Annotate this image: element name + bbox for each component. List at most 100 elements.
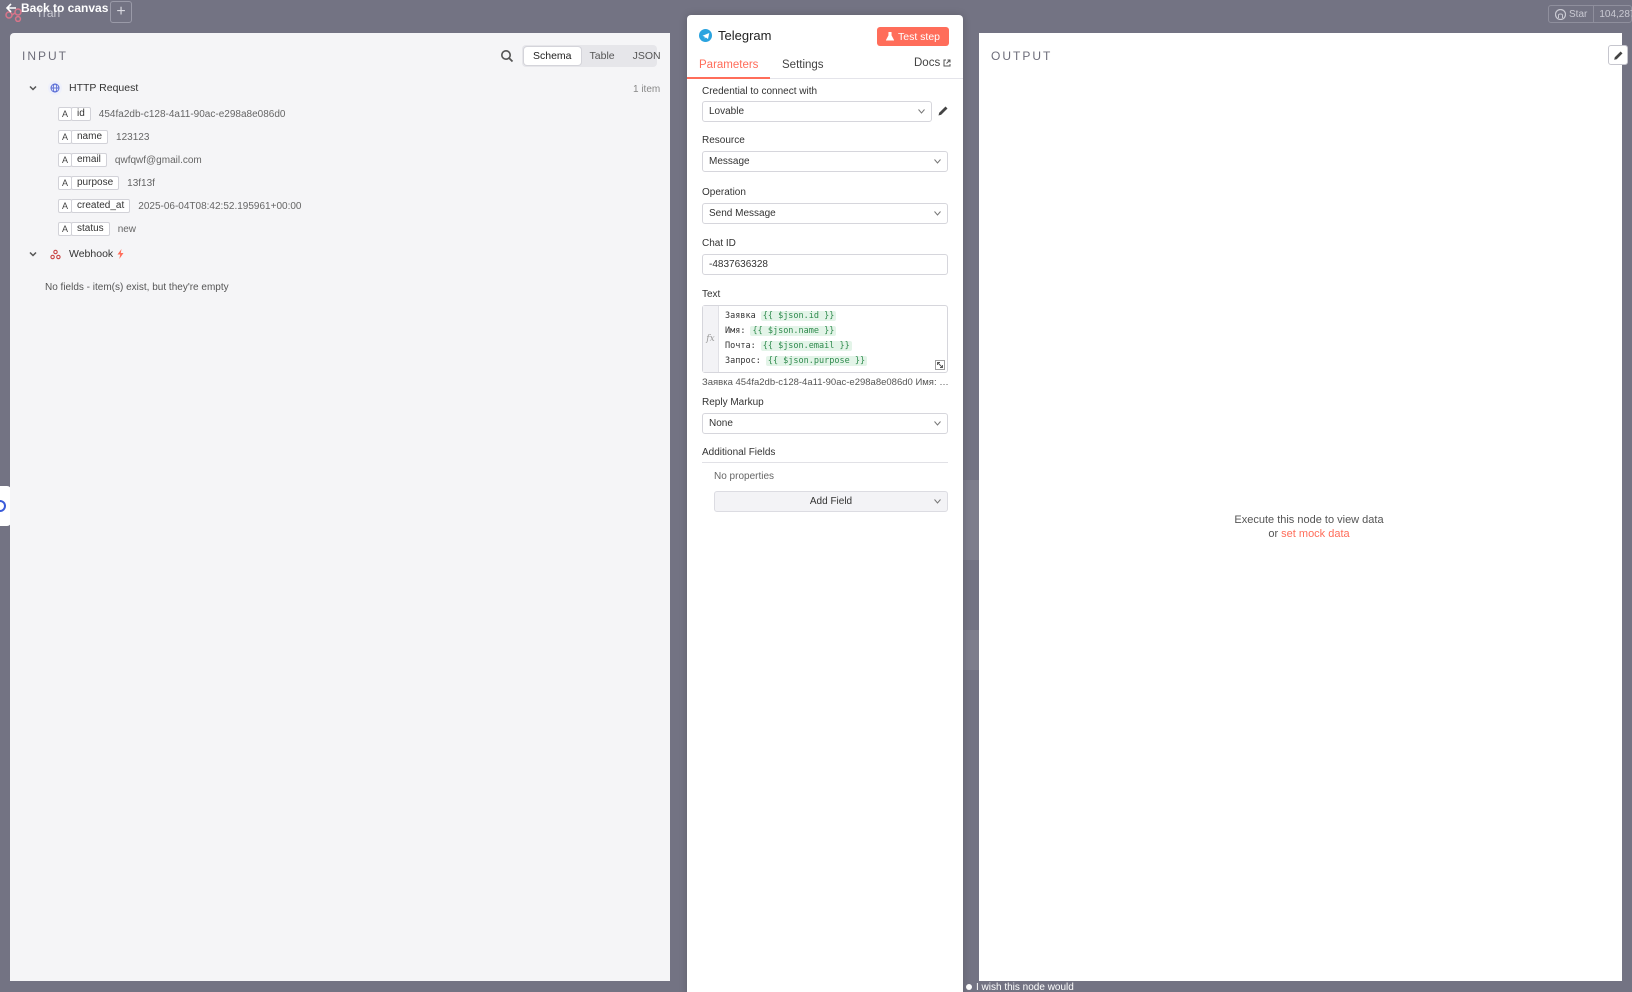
field-value: 2025-06-04T08:42:52.195961+00:00 <box>138 200 302 212</box>
webhook-empty-note: No fields - item(s) exist, but they're e… <box>45 282 229 293</box>
schema-field-row[interactable]: A purpose 13f13f <box>58 175 155 191</box>
node-name-http-request: HTTP Request <box>69 82 139 94</box>
code-line-expression: {{ $json.purpose }} <box>765 356 868 366</box>
string-type-icon: A <box>58 107 72 121</box>
feedback-dot-icon <box>966 984 972 990</box>
drawer-handle-icon <box>0 500 6 512</box>
credential-label: Credential to connect with <box>702 86 818 97</box>
field-key[interactable]: purpose <box>71 176 120 190</box>
search-icon[interactable] <box>500 49 514 63</box>
operation-value: Send Message <box>709 208 776 219</box>
field-key[interactable]: created_at <box>71 199 131 213</box>
expand-editor-icon[interactable] <box>935 360 945 370</box>
string-type-icon: A <box>58 199 72 213</box>
tab-json[interactable]: JSON <box>624 47 670 65</box>
operation-label: Operation <box>702 187 746 198</box>
fx-expression-icon: fx <box>703 306 719 372</box>
reply-markup-select[interactable]: None <box>702 413 948 434</box>
schema-field-row[interactable]: A email qwfqwf@gmail.com <box>58 152 202 168</box>
code-line-prefix: Заявка <box>725 311 756 321</box>
code-line-prefix: Запрос: <box>725 356 761 366</box>
field-key[interactable]: name <box>71 130 109 144</box>
chevron-down-icon <box>934 421 941 426</box>
external-link-icon <box>943 59 951 67</box>
output-empty-state: Execute this node to view data or set mo… <box>1180 513 1438 541</box>
credential-value: Lovable <box>709 106 745 117</box>
test-step-button[interactable]: Test step <box>877 27 949 46</box>
chevron-down-icon[interactable] <box>28 249 38 259</box>
tab-settings[interactable]: Settings <box>782 57 824 79</box>
test-step-label: Test step <box>897 30 941 43</box>
schema-field-row[interactable]: A name 123123 <box>58 129 149 145</box>
credential-select[interactable]: Lovable <box>702 101 932 122</box>
feedback-note[interactable]: I wish this node would <box>966 980 1074 992</box>
operation-select[interactable]: Send Message <box>702 203 948 224</box>
code-line-expression: {{ $json.id }} <box>760 311 837 321</box>
chevron-down-icon <box>934 159 941 164</box>
schema-field-row[interactable]: A status new <box>58 221 136 237</box>
output-panel-title: OUTPUT <box>991 49 1053 63</box>
schema-field-row[interactable]: A id 454fa2db-c128-4a11-90ac-e298a8e086d… <box>58 106 285 122</box>
text-expression-editor[interactable]: fx Заявка {{ $json.id }} Имя: {{ $json.n… <box>702 305 948 373</box>
globe-icon <box>48 81 62 95</box>
item-count-badge: 1 item <box>633 84 661 95</box>
string-type-icon: A <box>58 130 72 144</box>
github-star-count: 104,287 <box>1599 8 1632 20</box>
tab-table[interactable]: Table <box>581 47 624 65</box>
field-key[interactable]: email <box>71 153 107 167</box>
canvas-node-fragment <box>963 630 979 670</box>
tab-parameters[interactable]: Parameters <box>687 57 771 79</box>
code-line: Имя: {{ $json.name }} <box>725 325 837 337</box>
string-type-icon: A <box>58 222 72 236</box>
node-name-webhook: Webhook <box>69 248 114 260</box>
field-value: 13f13f <box>127 177 155 189</box>
output-empty-message: Execute this node to view data <box>1234 514 1384 526</box>
canvas-node-fragment <box>963 480 979 560</box>
chat-id-input[interactable]: -4837636328 <box>702 254 948 275</box>
string-type-icon: A <box>58 153 72 167</box>
no-properties-note: No properties <box>714 471 775 482</box>
node-settings-panel: Telegram Test step Parameters Settings D… <box>687 15 963 992</box>
github-star-button[interactable]: Star 104,287 <box>1548 5 1632 23</box>
telegram-icon <box>699 29 712 42</box>
edit-credential-icon[interactable] <box>937 105 949 117</box>
tree-node-http-request[interactable]: HTTP Request <box>28 81 138 95</box>
tab-schema[interactable]: Schema <box>524 47 581 65</box>
expression-preview: Заявка 454fa2db-c128-4a11-90ac-e298a8e08… <box>702 377 950 388</box>
flask-icon <box>885 32 894 41</box>
docs-link[interactable]: Docs <box>914 57 951 69</box>
field-key[interactable]: status <box>71 222 110 236</box>
field-key[interactable]: id <box>71 107 91 121</box>
view-mode-tabs: Schema Table JSON <box>522 45 661 67</box>
chevron-down-icon <box>918 109 925 114</box>
text-label: Text <box>702 289 721 300</box>
add-field-button[interactable]: Add Field <box>714 491 948 512</box>
resource-select[interactable]: Message <box>702 151 948 172</box>
output-empty-or: or <box>1268 528 1279 540</box>
code-line-prefix: Почта: <box>725 341 756 351</box>
code-line-expression: {{ $json.email }} <box>760 341 852 351</box>
edit-output-button[interactable] <box>1608 45 1628 65</box>
chevron-down-icon[interactable] <box>28 83 38 93</box>
chat-id-label: Chat ID <box>702 238 736 249</box>
chevron-down-icon <box>934 211 941 216</box>
reply-markup-label: Reply Markup <box>702 397 764 408</box>
code-line-expression: {{ $json.name }} <box>750 326 837 336</box>
add-node-button[interactable]: + <box>110 1 132 23</box>
add-field-label: Add Field <box>809 496 853 507</box>
node-title[interactable]: Telegram <box>699 28 771 43</box>
resource-value: Message <box>709 156 750 167</box>
string-type-icon: A <box>58 176 72 190</box>
chevron-down-icon <box>934 499 941 504</box>
set-mock-data-link[interactable]: set mock data <box>1281 528 1349 540</box>
resource-label: Resource <box>702 135 745 146</box>
trigger-bolt-icon <box>117 249 124 259</box>
input-panel-title: INPUT <box>22 49 68 63</box>
schema-field-row[interactable]: A created_at 2025-06-04T08:42:52.195961+… <box>58 198 301 214</box>
field-value: qwfqwf@gmail.com <box>114 154 202 166</box>
node-title-label: Telegram <box>718 28 772 43</box>
github-icon <box>1555 8 1566 20</box>
tree-node-webhook[interactable]: Webhook <box>28 247 124 261</box>
pencil-icon <box>1613 51 1622 60</box>
back-to-canvas-button[interactable]: Back to canvas <box>6 1 108 15</box>
